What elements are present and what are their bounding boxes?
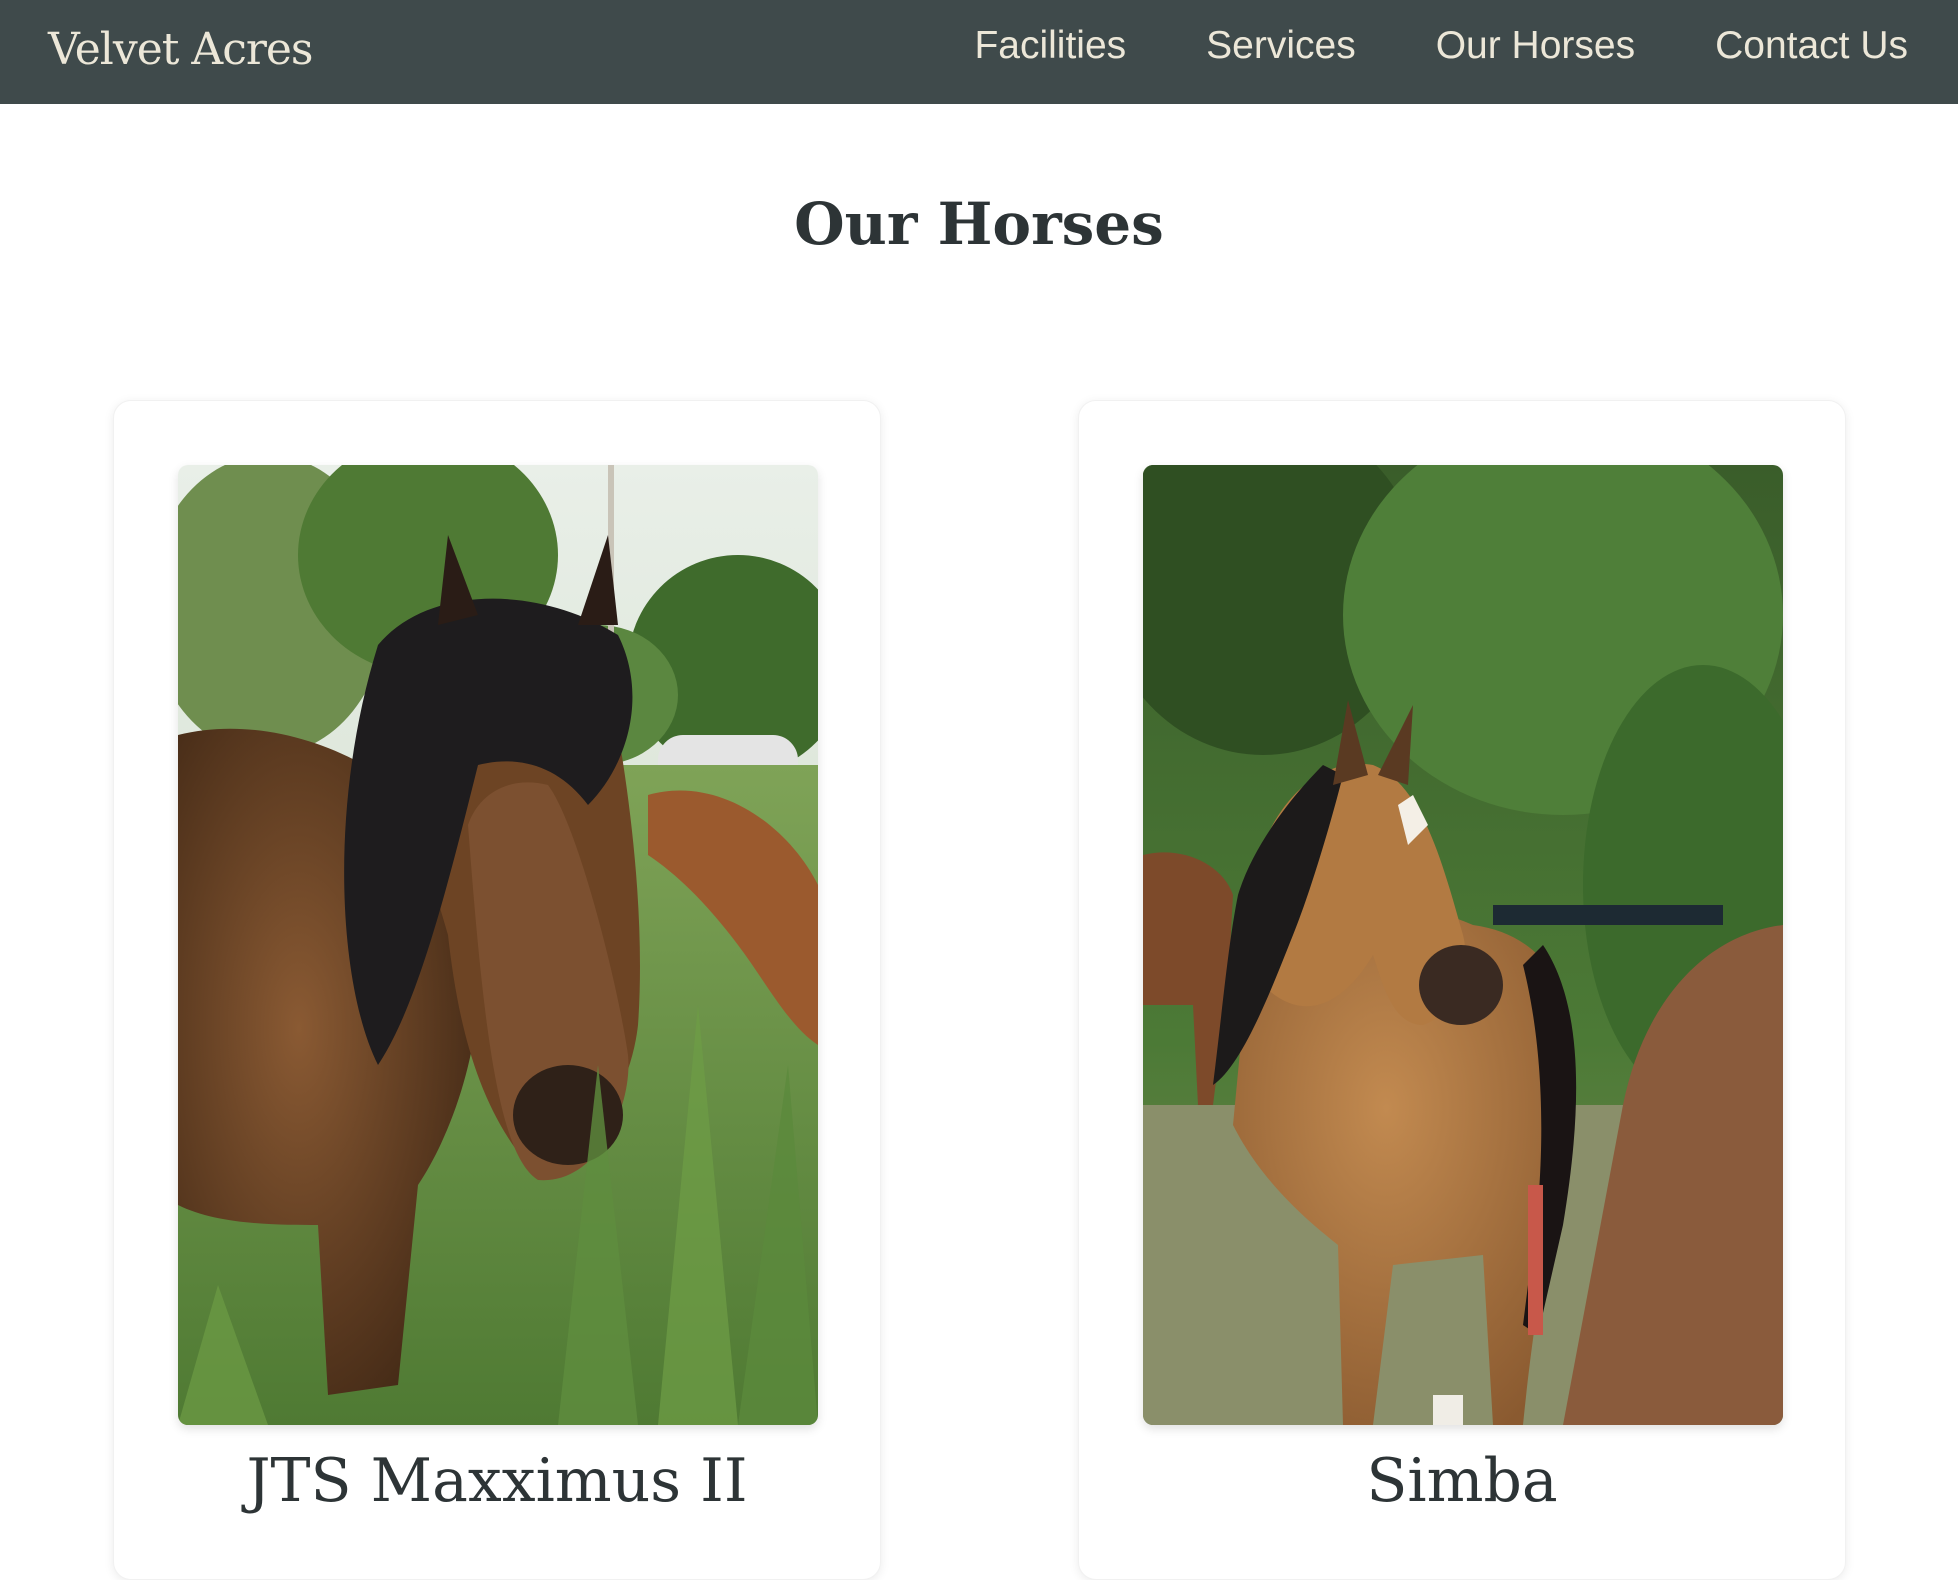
nav-link-services[interactable]: Services [1206, 18, 1356, 74]
horse-name-simba: Simba [1366, 1446, 1558, 1516]
horse-name-maxximus: JTS Maxximus II [246, 1446, 748, 1516]
nav-link-facilities[interactable]: Facilities [974, 18, 1126, 74]
dark-bay-horse-image [178, 465, 818, 1425]
horse-photo-maxximus [178, 465, 818, 1425]
page-title: Our Horses [794, 190, 1164, 258]
nav-link-our-horses[interactable]: Our Horses [1436, 18, 1635, 74]
horse-card-maxximus[interactable]: JTS Maxximus II [113, 400, 881, 1580]
buckskin-horse-image [1143, 465, 1783, 1425]
horse-photo-simba [1143, 465, 1783, 1425]
site-navbar: Velvet Acres Facilities Services Our Hor… [0, 0, 1958, 104]
nav-link-contact-us[interactable]: Contact Us [1715, 18, 1908, 74]
main-navigation: Facilities Services Our Horses Contact U… [894, 18, 1908, 74]
horse-card-simba[interactable]: Simba [1078, 400, 1846, 1580]
brand-logo[interactable]: Velvet Acres [48, 20, 313, 80]
